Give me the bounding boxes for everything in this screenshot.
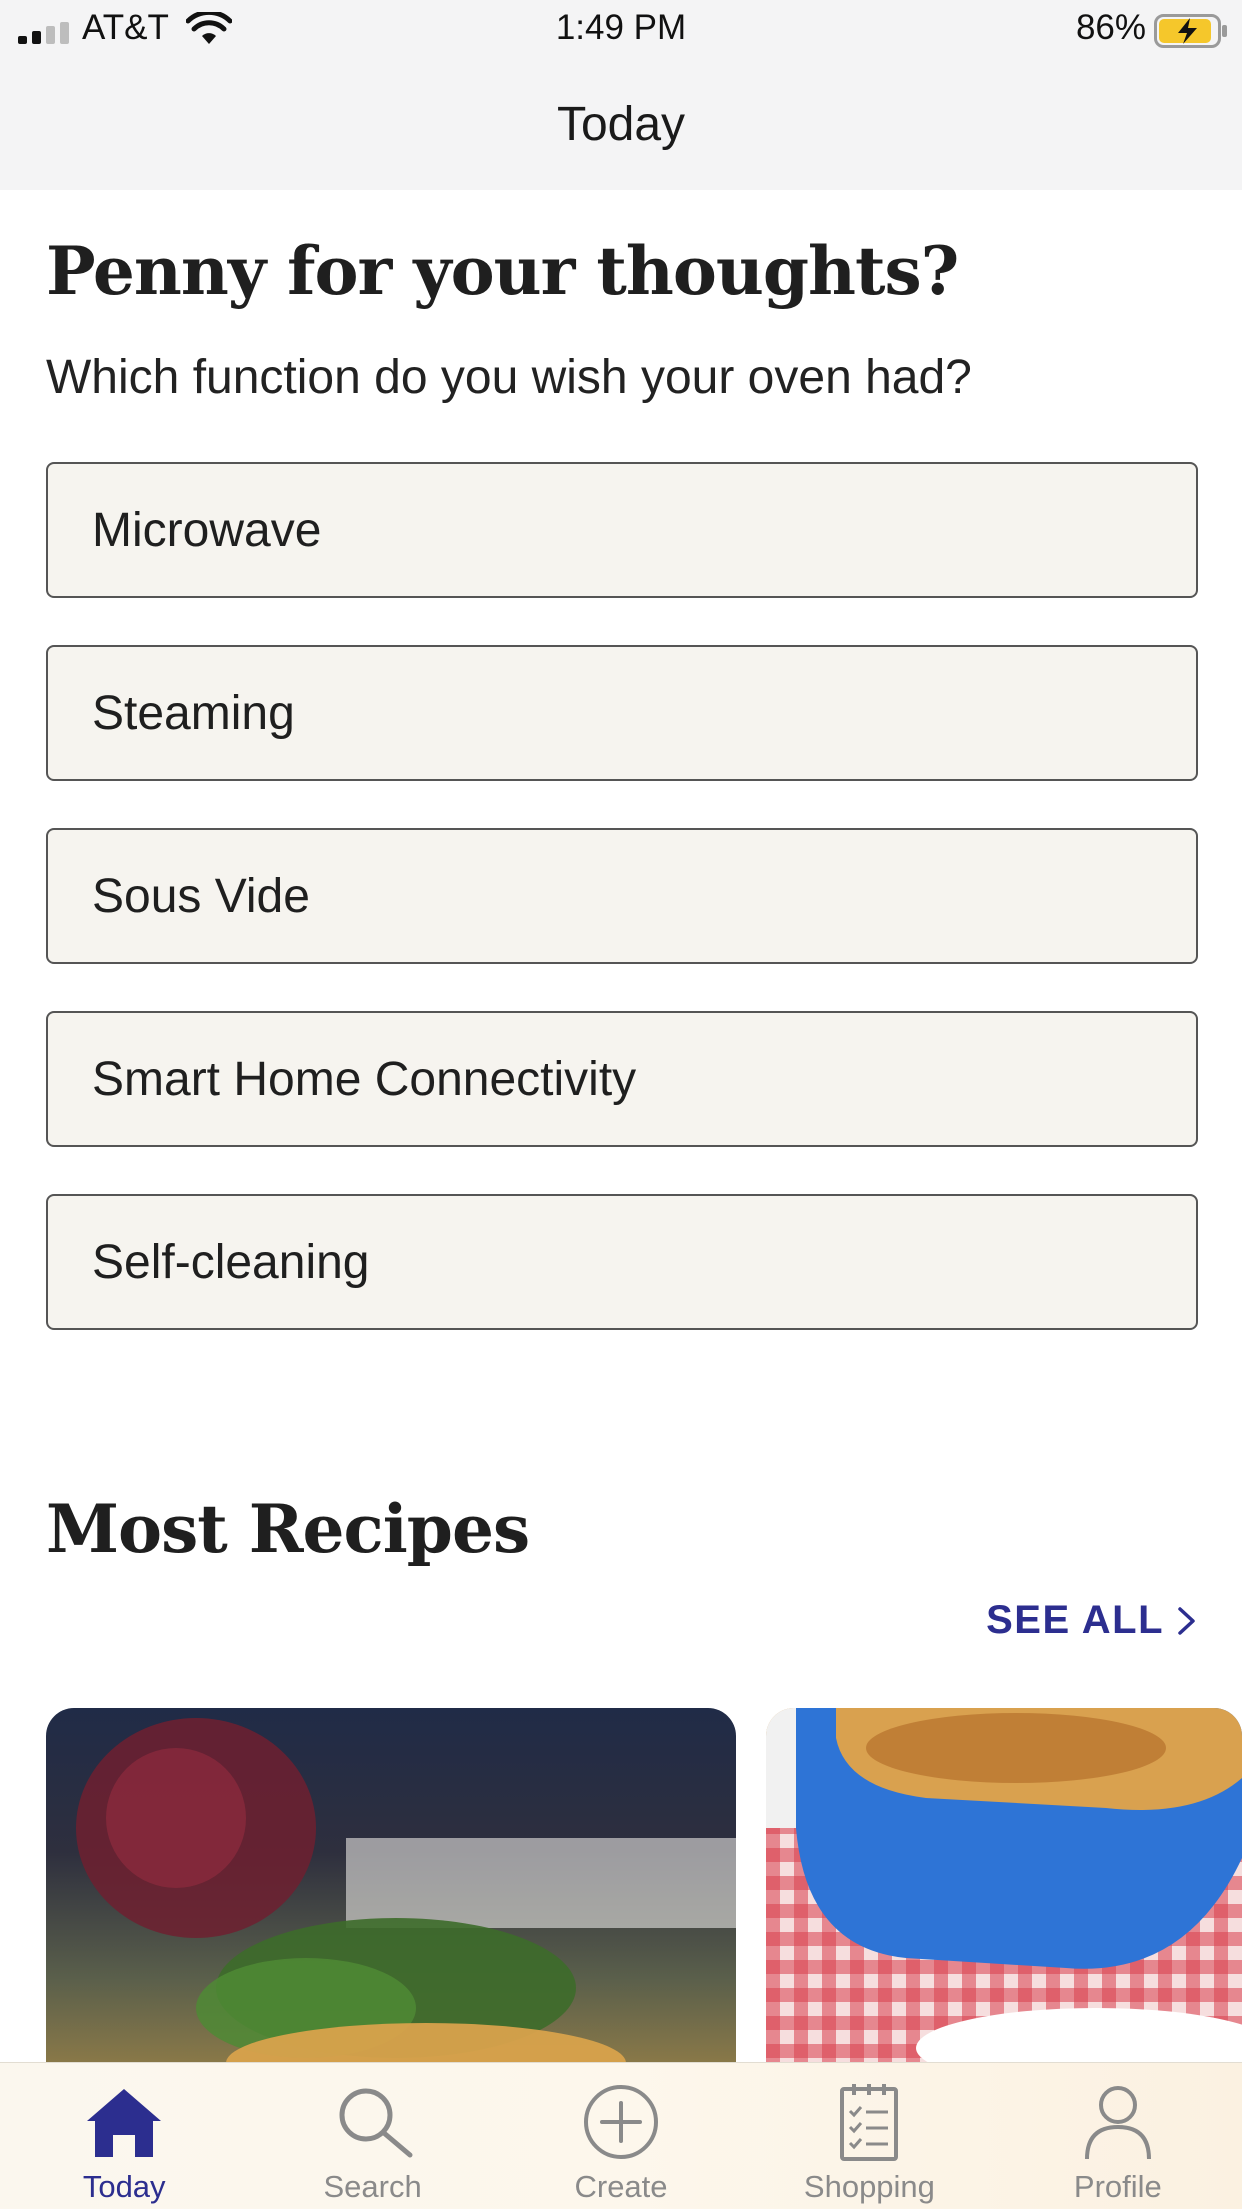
- section-title-most-recipes: Most Recipes: [46, 1490, 530, 1568]
- tab-create[interactable]: Create: [497, 2063, 745, 2209]
- poll-option-label: Smart Home Connectivity: [92, 1052, 637, 1106]
- recipe-card[interactable]: [766, 1708, 1242, 2068]
- see-all-label: SEE ALL: [986, 1598, 1164, 1642]
- poll-option-smart-home[interactable]: Smart Home Connectivity: [46, 1011, 1198, 1147]
- poll-option-microwave[interactable]: Microwave: [46, 462, 1198, 598]
- status-time: 1:49 PM: [555, 8, 687, 47]
- recipe-image: [766, 1708, 1242, 2068]
- home-icon: [87, 2089, 162, 2157]
- poll-option-label: Microwave: [92, 503, 322, 557]
- poll-option-label: Self-cleaning: [92, 1235, 370, 1289]
- tab-search[interactable]: Search: [248, 2063, 496, 2209]
- tab-label: Profile: [1073, 2169, 1162, 2204]
- shopping-list-icon: [840, 2084, 899, 2161]
- poll-option-self-cleaning[interactable]: Self-cleaning: [46, 1194, 1198, 1330]
- tab-shopping[interactable]: Shopping: [745, 2063, 993, 2209]
- person-icon: [1084, 2086, 1151, 2160]
- poll-option-label: Steaming: [92, 686, 295, 740]
- recipe-image: [76, 1718, 736, 2068]
- see-all-button[interactable]: SEE ALL: [986, 1598, 1198, 1643]
- battery-charging-icon: [1154, 14, 1227, 48]
- search-icon: [339, 2088, 413, 2158]
- poll-option-steaming[interactable]: Steaming: [46, 645, 1198, 781]
- chevron-right-icon: [1178, 1606, 1195, 1635]
- page-title: Today: [556, 98, 686, 151]
- tab-label: Today: [82, 2169, 166, 2204]
- poll-option-sous-vide[interactable]: Sous Vide: [46, 828, 1198, 964]
- tab-label: Create: [574, 2169, 668, 2204]
- tab-bar: Today Search Create Shopping Profile: [0, 2062, 1242, 2209]
- plus-circle-icon: [584, 2085, 659, 2159]
- tab-label: Shopping: [803, 2169, 935, 2204]
- poll-question: Which function do you wish your oven had…: [46, 351, 972, 404]
- tab-today[interactable]: Today: [0, 2063, 248, 2209]
- tab-label: Search: [323, 2169, 422, 2204]
- tab-profile[interactable]: Profile: [994, 2063, 1242, 2209]
- status-bar: AT&T 1:49 PM 86%: [0, 0, 1242, 60]
- navigation-bar: Today: [0, 60, 1242, 190]
- recipe-card[interactable]: [46, 1708, 736, 2068]
- battery-percentage: 86%: [1075, 8, 1146, 47]
- poll-title: Penny for your thoughts?: [46, 232, 959, 310]
- poll-option-label: Sous Vide: [92, 869, 310, 923]
- poll-options: Microwave Steaming Sous Vide Smart Home …: [46, 462, 1198, 1377]
